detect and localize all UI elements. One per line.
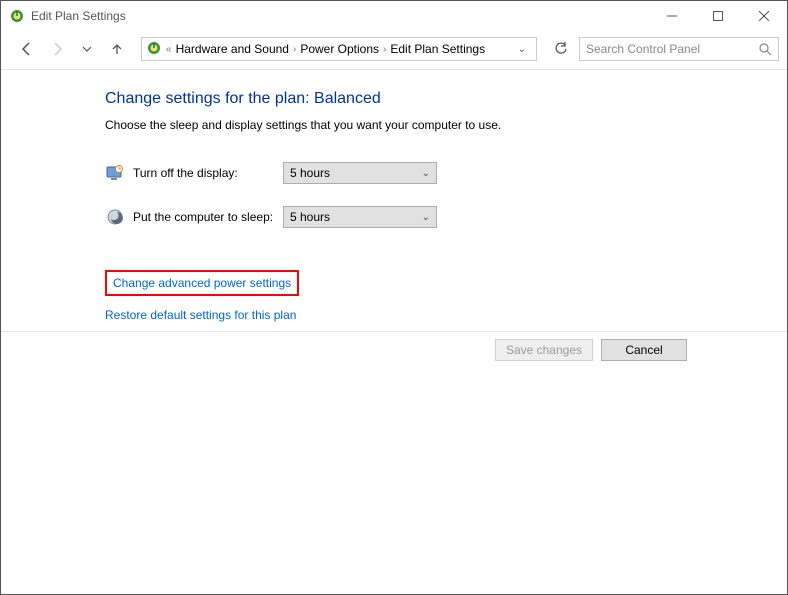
navbar: « Hardware and Sound › Power Options › E… <box>1 31 787 67</box>
page-subtext: Choose the sleep and display settings th… <box>105 118 787 132</box>
sleep-dropdown[interactable]: 5 hours ⌄ <box>283 206 437 228</box>
page-heading: Change settings for the plan: Balanced <box>105 90 787 108</box>
display-off-dropdown[interactable]: 5 hours ⌄ <box>283 162 437 184</box>
window-title: Edit Plan Settings <box>31 9 126 23</box>
highlight-annotation: Change advanced power settings <box>105 270 299 296</box>
forward-button[interactable] <box>45 37 69 61</box>
back-button[interactable] <box>15 37 39 61</box>
divider <box>1 331 787 332</box>
maximize-button[interactable] <box>695 1 741 31</box>
advanced-power-settings-link[interactable]: Change advanced power settings <box>113 276 291 290</box>
dropdown-value: 5 hours <box>290 210 330 224</box>
search-icon <box>758 42 772 59</box>
footer-buttons: Save changes Cancel <box>495 339 687 361</box>
up-button[interactable] <box>105 37 129 61</box>
titlebar: Edit Plan Settings <box>1 1 787 31</box>
breadcrumb-item[interactable]: Power Options <box>300 42 379 56</box>
power-options-icon <box>9 8 25 24</box>
chevron-down-icon: ⌄ <box>422 168 430 179</box>
chevron-right-icon: › <box>293 44 296 55</box>
power-icon <box>146 40 162 59</box>
refresh-button[interactable] <box>549 37 573 61</box>
display-icon <box>105 163 125 183</box>
restore-defaults-link[interactable]: Restore default settings for this plan <box>105 308 296 322</box>
search-input[interactable]: Search Control Panel <box>579 37 779 61</box>
dropdown-value: 5 hours <box>290 166 330 180</box>
setting-label: Put the computer to sleep: <box>133 210 283 224</box>
chevron-right-icon: › <box>383 44 386 55</box>
sleep-icon <box>105 207 125 227</box>
recent-locations-button[interactable] <box>75 37 99 61</box>
chevron-down-icon: ⌄ <box>422 212 430 223</box>
breadcrumb-item[interactable]: Edit Plan Settings <box>390 42 485 56</box>
setting-sleep: Put the computer to sleep: 5 hours ⌄ <box>105 206 787 228</box>
setting-display-off: Turn off the display: 5 hours ⌄ <box>105 162 787 184</box>
breadcrumb[interactable]: « Hardware and Sound › Power Options › E… <box>141 37 537 61</box>
search-placeholder: Search Control Panel <box>586 42 700 56</box>
cancel-button[interactable]: Cancel <box>601 339 687 361</box>
minimize-button[interactable] <box>649 1 695 31</box>
content-area: Change settings for the plan: Balanced C… <box>1 70 787 322</box>
save-changes-button[interactable]: Save changes <box>495 339 593 361</box>
close-button[interactable] <box>741 1 787 31</box>
breadcrumb-prefix: « <box>166 44 172 55</box>
setting-label: Turn off the display: <box>133 166 283 180</box>
breadcrumb-item[interactable]: Hardware and Sound <box>176 42 289 56</box>
chevron-down-icon[interactable]: ⌄ <box>512 44 532 55</box>
